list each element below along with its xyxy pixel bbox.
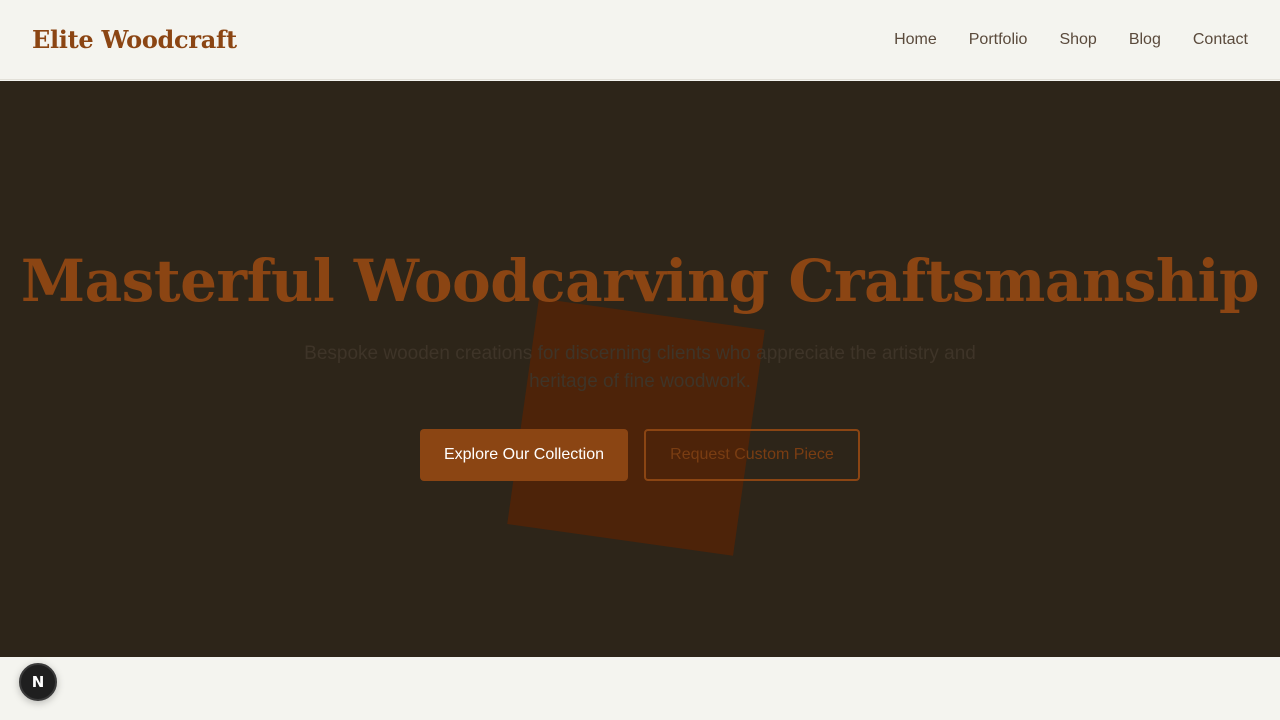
- main-nav: Home Portfolio Shop Blog Contact: [894, 31, 1248, 49]
- nextjs-logo-icon[interactable]: N: [19, 663, 57, 701]
- explore-collection-button[interactable]: Explore Our Collection: [420, 429, 628, 481]
- hero-title: Masterful Woodcarving Craftsmanship: [20, 247, 1260, 315]
- nav-portfolio[interactable]: Portfolio: [969, 31, 1028, 49]
- page-content-below: [0, 657, 1280, 720]
- request-custom-piece-button[interactable]: Request Custom Piece: [644, 429, 860, 481]
- hero-decorative-block: [507, 298, 765, 556]
- nav-shop[interactable]: Shop: [1059, 31, 1096, 49]
- nav-home[interactable]: Home: [894, 31, 937, 49]
- site-header: Elite Woodcraft Home Portfolio Shop Blog…: [0, 0, 1280, 80]
- brand-logo[interactable]: Elite Woodcraft: [32, 25, 237, 54]
- nav-blog[interactable]: Blog: [1129, 31, 1161, 49]
- nav-contact[interactable]: Contact: [1193, 31, 1248, 49]
- dev-badge-letter: N: [31, 673, 45, 691]
- hero-subtitle: Bespoke wooden creations for discerning …: [304, 343, 976, 392]
- hero-section: Masterful Woodcarving Craftsmanship Besp…: [0, 81, 1280, 657]
